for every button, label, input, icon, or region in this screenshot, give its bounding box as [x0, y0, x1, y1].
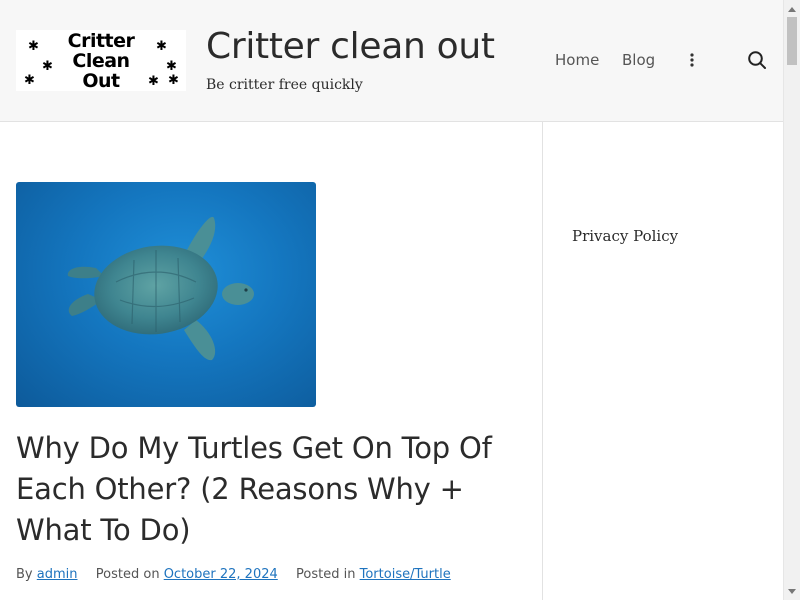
nav-home[interactable]: Home [555, 51, 599, 69]
date-link[interactable]: October 22, 2024 [164, 567, 278, 582]
vertical-scrollbar[interactable] [783, 0, 800, 600]
scrollbar-thumb[interactable] [787, 17, 797, 65]
vertical-ellipsis-icon[interactable] [686, 52, 698, 68]
logo-line: Clean [72, 49, 130, 72]
site-header: ✱ ✱ ✱ ✱ ✱ ✱ ✱ Critter Clean Out Critter … [0, 0, 783, 122]
sea-turtle-icon [67, 216, 254, 361]
author-link[interactable]: admin [37, 567, 78, 582]
nav-blog[interactable]: Blog [622, 51, 655, 69]
site-logo[interactable]: ✱ ✱ ✱ ✱ ✱ ✱ ✱ Critter Clean Out [16, 30, 186, 91]
scroll-down-arrow-icon[interactable] [784, 583, 800, 600]
by-label: By [16, 567, 33, 582]
sidebar-link-privacy-policy[interactable]: Privacy Policy [572, 227, 678, 245]
logo-line: Out [82, 69, 120, 91]
post-meta: By admin Posted on October 22, 2024 Post… [16, 567, 451, 582]
site-title[interactable]: Critter clean out [206, 26, 495, 67]
featured-image[interactable] [16, 182, 316, 407]
posted-on-label: Posted on [95, 567, 160, 582]
sidebar-divider [542, 122, 543, 600]
logo-text: Critter Clean Out [16, 30, 186, 91]
logo-line: Critter [67, 30, 135, 52]
search-icon[interactable] [747, 50, 767, 70]
scroll-up-arrow-icon[interactable] [784, 0, 800, 17]
category-link[interactable]: Tortoise/Turtle [360, 567, 451, 582]
posted-in-label: Posted in [296, 567, 356, 582]
post-title[interactable]: Why Do My Turtles Get On Top Of Each Oth… [16, 428, 526, 551]
site-tagline: Be critter free quickly [206, 77, 363, 93]
